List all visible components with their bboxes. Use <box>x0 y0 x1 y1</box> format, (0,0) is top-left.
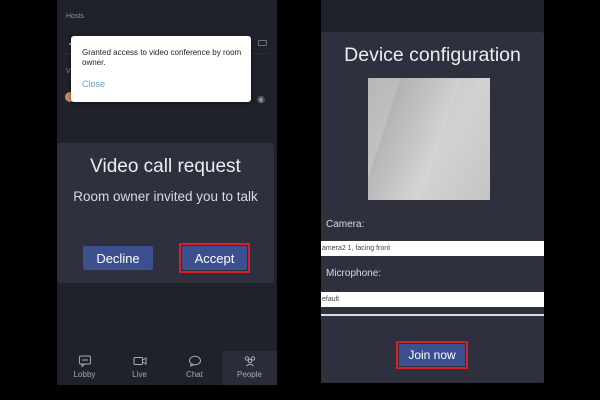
join-now-button[interactable]: Join now <box>399 344 465 366</box>
hosts-label: Hosts <box>66 13 84 20</box>
nav-label-people: People <box>237 370 262 379</box>
nav-label-chat: Chat <box>186 370 203 379</box>
video-camera-icon <box>133 357 146 365</box>
bottom-nav: Lobby Live Chat People <box>57 351 277 385</box>
dialog-title: Video call request <box>90 156 241 177</box>
dialog-message: Room owner invited you to talk <box>73 189 258 204</box>
chat-bubble-icon <box>78 355 91 367</box>
toast-close-link[interactable]: Close <box>82 79 105 89</box>
nav-item-people[interactable]: People <box>222 351 277 385</box>
microphone-label: Microphone: <box>326 268 382 279</box>
toast-message: Granted access to video conference by ro… <box>82 48 242 67</box>
access-toast: Granted access to video conference by ro… <box>71 36 251 102</box>
preview-shading <box>368 78 461 200</box>
nav-label-live: Live <box>132 370 147 379</box>
left-screen: Hosts V ◉ Granted access to video confer… <box>57 0 277 385</box>
join-highlight: Join now <box>396 341 468 369</box>
device-configuration-panel: Device configuration Camera: amera2 1, f… <box>321 32 544 383</box>
chat-icon <box>188 355 201 367</box>
nav-label-lobby: Lobby <box>73 370 96 379</box>
nav-item-lobby[interactable]: Lobby <box>57 351 112 385</box>
video-call-request-dialog: Video call request Room owner invited yo… <box>57 143 274 283</box>
camera-icon <box>258 40 267 46</box>
accept-highlight: Accept <box>179 243 250 273</box>
nav-item-chat[interactable]: Chat <box>167 351 222 385</box>
eye-icon[interactable]: ◉ <box>257 95 265 104</box>
divider <box>321 314 544 316</box>
camera-preview <box>368 78 490 200</box>
nav-item-live[interactable]: Live <box>112 351 167 385</box>
right-screen: Device configuration Camera: amera2 1, f… <box>321 0 544 383</box>
decline-button[interactable]: Decline <box>83 246 153 270</box>
page-title: Device configuration <box>344 44 521 66</box>
people-icon <box>244 356 255 367</box>
camera-label: Camera: <box>326 219 365 230</box>
section-label: V <box>66 68 71 75</box>
microphone-select[interactable]: efault <box>321 292 544 307</box>
camera-select[interactable]: amera2 1, facing front <box>321 241 544 256</box>
accept-button[interactable]: Accept <box>182 246 247 270</box>
